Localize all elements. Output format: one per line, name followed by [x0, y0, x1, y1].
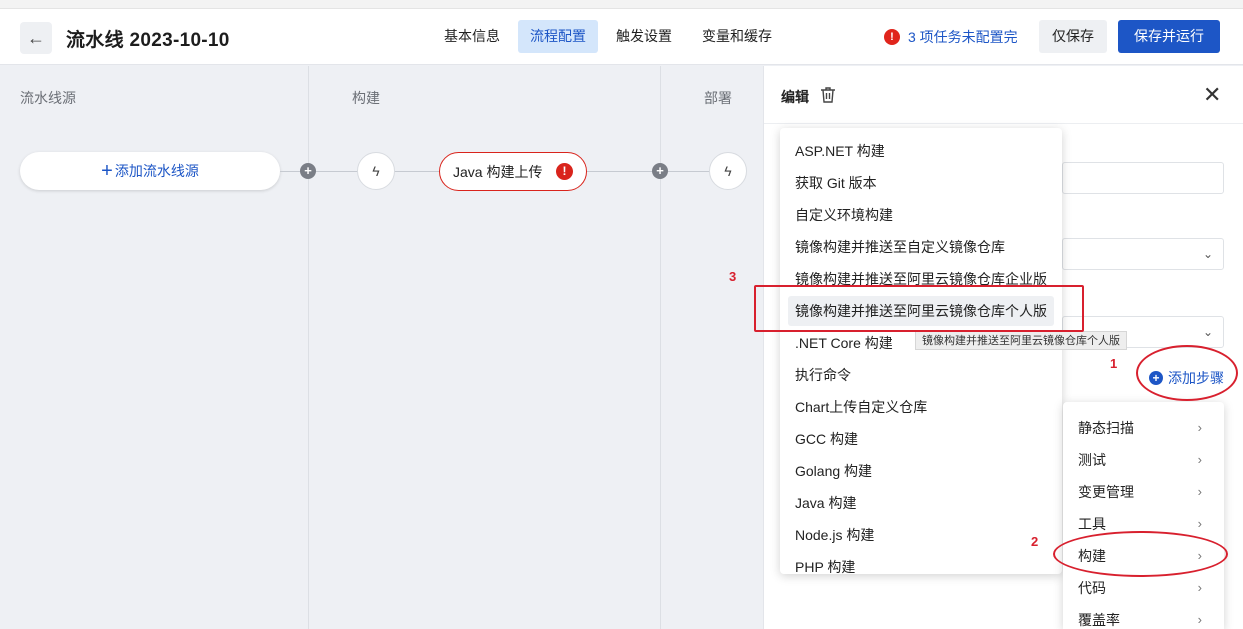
unconfigured-warning[interactable]: ! 3 项任务未配置完: [884, 27, 1018, 47]
add-stage-plus-icon[interactable]: +: [652, 163, 668, 179]
close-icon[interactable]: ✕: [1203, 84, 1221, 106]
back-button[interactable]: ←: [20, 22, 52, 54]
stage-divider: [308, 66, 309, 629]
step-category-menu: 静态扫描 › 测试 › 变更管理 › 工具 › 构建 › 代码 › 覆盖率 ›: [1063, 402, 1224, 629]
annotation-number: 1: [1110, 356, 1118, 371]
name-input[interactable]: [1062, 162, 1224, 194]
select-field[interactable]: ⌄: [1062, 238, 1224, 270]
trigger-bolt-icon[interactable]: ϟ: [709, 152, 747, 190]
add-stage-plus-icon[interactable]: +: [300, 163, 316, 179]
tab-basic-info[interactable]: 基本信息: [432, 20, 512, 53]
annotation-number: 2: [1031, 534, 1039, 549]
stage-divider: [660, 66, 661, 629]
menu-item[interactable]: Golang 构建: [788, 456, 1054, 486]
category-label: 工具: [1078, 516, 1106, 532]
annotation-number: 3: [729, 269, 737, 284]
stage-label-source: 流水线源: [20, 90, 76, 106]
chevron-right-icon: ›: [1197, 452, 1202, 467]
stage-label-deploy: 部署: [704, 90, 732, 106]
job-node-java-build[interactable]: Java 构建上传 !: [439, 152, 587, 191]
error-icon: !: [556, 163, 573, 180]
category-label: 变更管理: [1078, 484, 1134, 500]
tab-variables-cache[interactable]: 变量和缓存: [690, 20, 784, 53]
category-label: 测试: [1078, 452, 1106, 468]
chevron-right-icon: ›: [1197, 516, 1202, 531]
add-source-label: 添加流水线源: [114, 163, 199, 179]
stage-label-build: 构建: [352, 90, 380, 106]
trash-icon[interactable]: [820, 86, 836, 104]
error-icon: !: [884, 29, 900, 45]
chevron-right-icon: ›: [1197, 484, 1202, 499]
chevron-right-icon: ›: [1197, 420, 1202, 435]
tab-trigger-settings[interactable]: 触发设置: [604, 20, 684, 53]
category-item[interactable]: 变更管理 ›: [1063, 476, 1224, 508]
tab-bar: 基本信息 流程配置 触发设置 变量和缓存: [432, 20, 784, 53]
chevron-right-icon: ›: [1197, 580, 1202, 595]
menu-item[interactable]: Java 构建: [788, 488, 1054, 518]
connector-line: [280, 171, 360, 172]
trigger-bolt-icon[interactable]: ϟ: [357, 152, 395, 190]
menu-item[interactable]: 自定义环境构建: [788, 200, 1054, 230]
connector-line: [587, 171, 712, 172]
menu-item[interactable]: Node.js 构建: [788, 520, 1054, 550]
menu-item[interactable]: PHP 构建: [788, 552, 1054, 574]
job-label: Java 构建上传: [453, 163, 543, 180]
menu-item[interactable]: 执行命令: [788, 360, 1054, 390]
menu-tooltip: 镜像构建并推送至阿里云镜像仓库个人版: [915, 331, 1127, 350]
chevron-right-icon: ›: [1197, 612, 1202, 627]
annotation-ellipse: [1053, 531, 1228, 577]
connector-line: [394, 171, 440, 172]
category-label: 代码: [1078, 580, 1106, 596]
save-and-run-button[interactable]: 保存并运行: [1118, 20, 1220, 53]
build-step-menu: ASP.NET 构建 获取 Git 版本 自定义环境构建 镜像构建并推送至自定义…: [780, 128, 1062, 574]
menu-item[interactable]: 镜像构建并推送至自定义镜像仓库: [788, 232, 1054, 262]
browser-top-strip: [0, 0, 1243, 9]
category-item[interactable]: 覆盖率 ›: [1063, 604, 1224, 629]
menu-item[interactable]: Chart上传自定义仓库: [788, 392, 1054, 422]
menu-item[interactable]: ASP.NET 构建: [788, 136, 1054, 166]
header: ← 流水线 2023-10-10 基本信息 流程配置 触发设置 变量和缓存 ! …: [0, 9, 1243, 65]
annotation-ellipse: [1136, 345, 1238, 401]
tab-process-config[interactable]: 流程配置: [518, 20, 598, 53]
warning-text: 3 项任务未配置完: [908, 29, 1018, 45]
chevron-down-icon: ⌄: [1202, 247, 1213, 261]
category-label: 静态扫描: [1078, 420, 1134, 436]
annotation-box: [754, 285, 1084, 332]
menu-item[interactable]: GCC 构建: [788, 424, 1054, 454]
arrow-left-icon: ←: [27, 27, 45, 48]
plus-icon: +: [101, 160, 113, 182]
add-pipeline-source-button[interactable]: + 添加流水线源: [20, 152, 280, 190]
category-item[interactable]: 测试 ›: [1063, 444, 1224, 476]
chevron-down-icon: ⌄: [1202, 325, 1213, 339]
panel-title: 编辑: [781, 89, 809, 105]
panel-header: 编辑 ✕: [764, 66, 1243, 124]
category-label: 覆盖率: [1078, 612, 1120, 628]
save-only-button[interactable]: 仅保存: [1039, 20, 1107, 53]
category-item[interactable]: 静态扫描 ›: [1063, 412, 1224, 444]
page-title: 流水线 2023-10-10: [66, 30, 230, 51]
menu-item[interactable]: 获取 Git 版本: [788, 168, 1054, 198]
